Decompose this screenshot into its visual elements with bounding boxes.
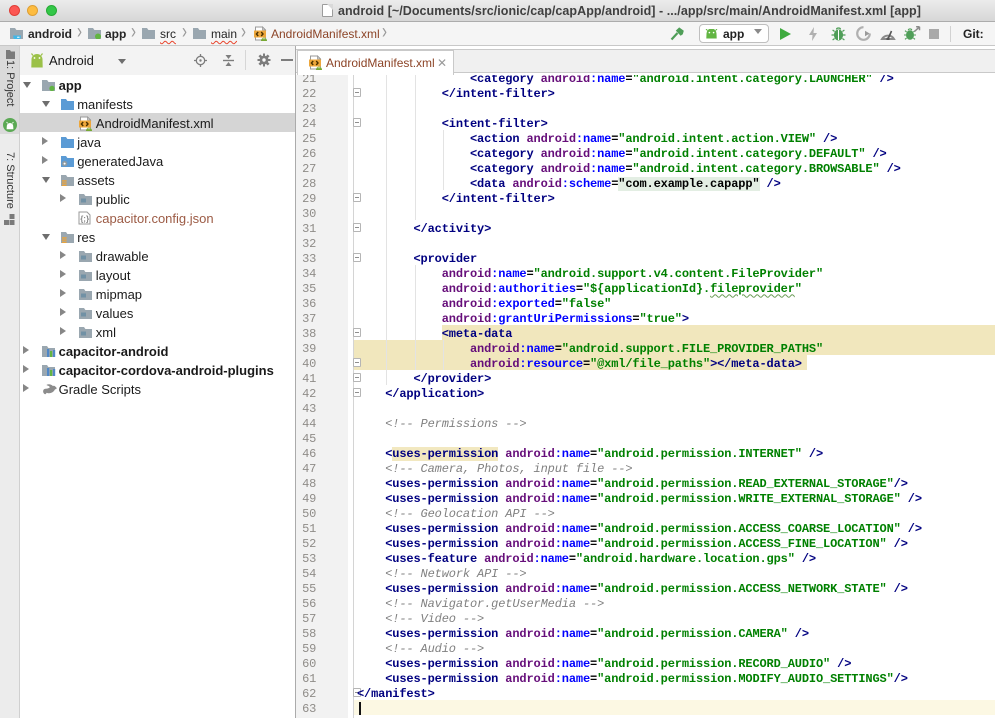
svg-text:{;}: {;} — [80, 215, 89, 224]
